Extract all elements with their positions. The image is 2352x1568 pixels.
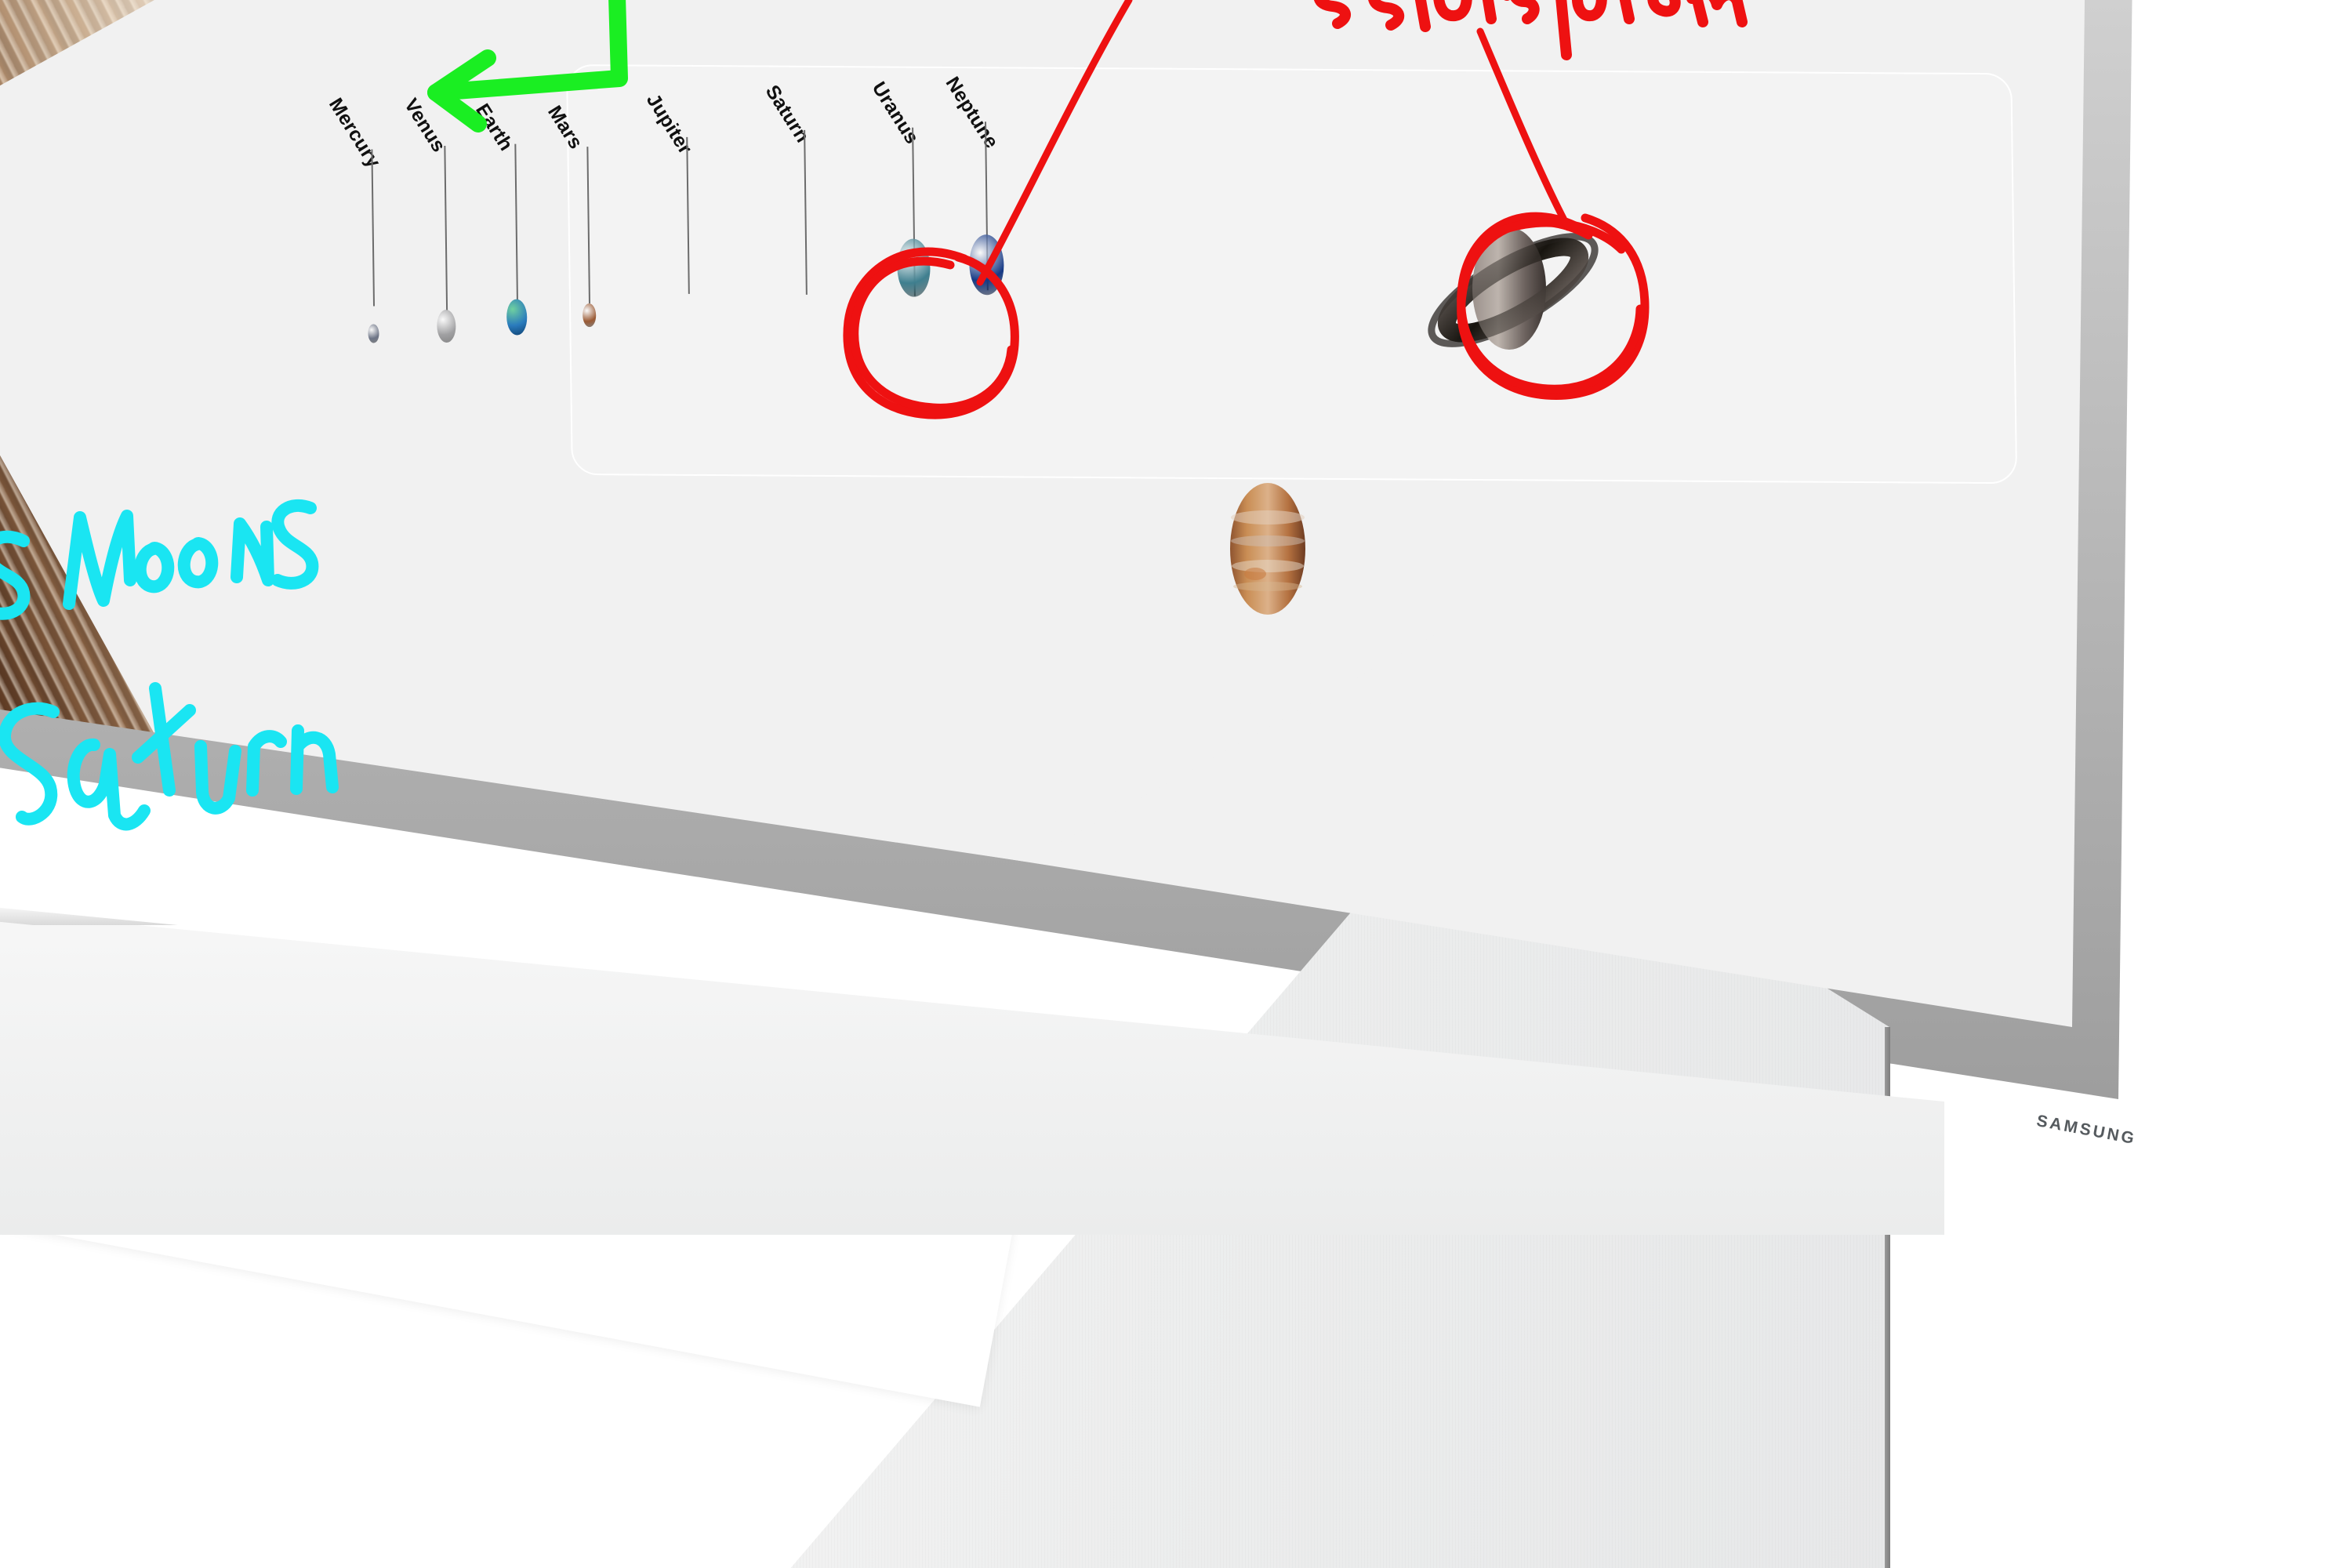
planet-body-earth[interactable] (506, 299, 528, 336)
planet-stem-mars (586, 147, 590, 304)
screenshot-root: Mercury Venus Earth Mars Jupiter Saturn Uranus… (0, 0, 2352, 1568)
planet-label-uranus: Uranus (867, 78, 924, 148)
planet-body-venus[interactable] (437, 309, 456, 343)
samsung-logo: SAMSUNG (2034, 1112, 2138, 1149)
planet-label-neptune: Neptune (941, 73, 1004, 153)
planet-body-neptune[interactable] (968, 234, 1004, 295)
planet-stem-jupiter (686, 136, 690, 294)
planet-body-mercury[interactable] (368, 324, 379, 343)
planet-label-jupiter: Jupiter (641, 89, 697, 158)
solar-system-card[interactable]: Mercury Venus Earth Mars Jupiter Saturn Uranus… (325, 64, 2018, 485)
planet-label-saturn: Saturn (760, 81, 814, 147)
planet-body-mars[interactable] (582, 303, 596, 328)
planet-row: Mercury Venus Earth Mars Jupiter Saturn Uranus… (325, 66, 2010, 343)
planet-stem-saturn (804, 129, 808, 295)
planet-body-uranus[interactable] (896, 238, 931, 297)
